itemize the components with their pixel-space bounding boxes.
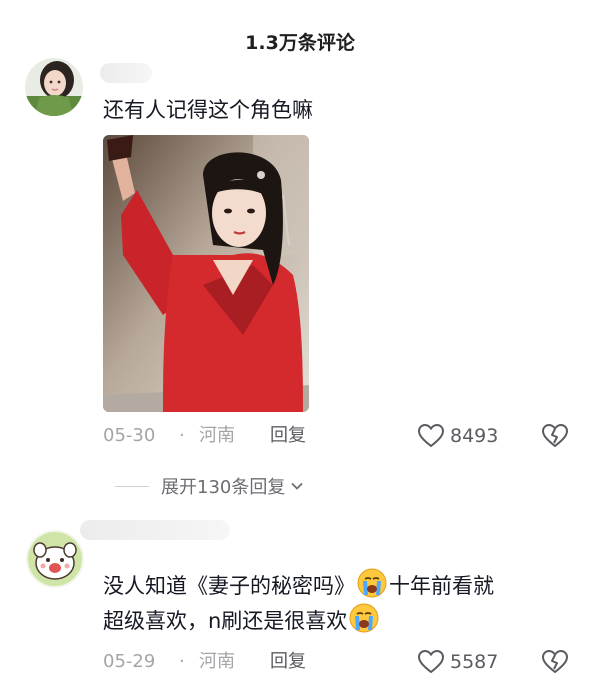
reply-button[interactable]: 回复 <box>270 421 306 451</box>
heart-outline-icon <box>418 650 444 674</box>
broken-heart-outline-icon[interactable] <box>542 649 568 675</box>
user-avatar[interactable] <box>26 530 84 588</box>
like-button[interactable]: 5587 <box>418 647 498 677</box>
comment-date: 05-30 <box>103 425 156 446</box>
chevron-down-icon <box>291 482 303 490</box>
comment-date: 05-29 <box>103 651 156 672</box>
comment-text-line: 超级喜欢，n刷还是很喜欢 <box>103 609 348 633</box>
comment-text-part: 没人知道《妻子的秘密吗》 <box>103 574 355 598</box>
comment-image[interactable] <box>103 135 309 412</box>
username-blurred[interactable] <box>100 63 152 83</box>
heart-outline-icon <box>418 424 444 448</box>
broken-heart-outline-icon[interactable] <box>542 423 568 449</box>
like-count: 8493 <box>450 425 499 447</box>
expand-divider <box>115 485 149 487</box>
reply-button[interactable]: 回复 <box>270 647 306 677</box>
comments-panel: 1.3万条评论 还有人记得这个角色嘛 05-30 · 河南 回复 8493 展开… <box>0 0 600 693</box>
like-button[interactable]: 8493 <box>418 421 498 451</box>
comment-text: 还有人记得这个角色嘛 <box>103 98 313 122</box>
like-count: 5587 <box>450 651 499 673</box>
comment-text-part: 十年前看就 <box>389 574 494 598</box>
username-blurred[interactable] <box>80 520 230 540</box>
comment-region: 河南 <box>199 651 235 672</box>
expand-replies-label: 展开130条回复 <box>161 477 286 498</box>
meta-separator: · <box>179 651 185 672</box>
meta-separator: · <box>179 425 185 446</box>
user-avatar[interactable] <box>25 58 83 116</box>
comment-meta: 05-29 · 河南 回复 <box>103 647 573 677</box>
expand-replies-button[interactable]: 展开130条回复 <box>115 472 304 500</box>
comment-meta: 05-30 · 河南 回复 <box>103 421 573 451</box>
comment-text: 没人知道《妻子的秘密吗》 十年前看就 超级喜欢，n刷还是很喜欢 <box>103 568 583 638</box>
comment-region: 河南 <box>199 425 235 446</box>
loudly-crying-face-icon <box>357 568 387 598</box>
loudly-crying-face-icon <box>349 603 379 633</box>
comment-count-title: 1.3万条评论 <box>245 32 355 54</box>
